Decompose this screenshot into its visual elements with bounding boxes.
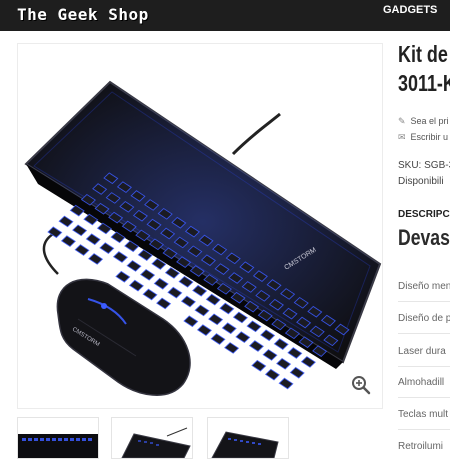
keyboard-key (248, 340, 264, 352)
keyboard-key (210, 333, 226, 345)
first-review-link[interactable]: ✎ Sea el pri (398, 116, 449, 127)
description-heading: DESCRIPC (398, 209, 450, 220)
envelope-icon: ✉ (398, 132, 406, 142)
product-main-image[interactable]: CMSTORM CMSTORM (17, 43, 383, 409)
keyboard-key (262, 349, 278, 361)
feature-item: Laser dura (398, 346, 446, 357)
keyboard-key (128, 279, 144, 292)
keyboard-key (235, 331, 251, 343)
keyboard-mouse-image: CMSTORM CMSTORM (24, 80, 382, 396)
feature-item: Diseño de p (398, 313, 450, 324)
keyboard-key (126, 260, 142, 272)
keyboard-key (99, 242, 115, 254)
divider (398, 366, 450, 367)
keyboard-key (287, 347, 303, 359)
keyboard-key (194, 304, 210, 317)
keyboard-key (224, 342, 240, 354)
keyboard-key (142, 288, 158, 301)
write-review-link[interactable]: ✉ Escribir u (398, 132, 448, 143)
thumbnail-1[interactable] (17, 417, 99, 459)
divider (398, 397, 450, 398)
keyboard-key (88, 253, 104, 265)
write-review-label: Escribir u (410, 132, 449, 142)
keyboard-key (273, 338, 289, 350)
keyboard-key (156, 297, 172, 310)
keyboard-key (221, 322, 237, 335)
divider (398, 429, 450, 430)
keyboard-key (74, 244, 90, 256)
keyboard-key (278, 377, 294, 390)
product-availability: Disponibili (398, 176, 444, 187)
keyboard-key (219, 302, 235, 315)
divider (398, 301, 450, 302)
keyboard-key (72, 224, 88, 237)
thumbnail-image (121, 427, 191, 458)
keyboard-key (85, 233, 101, 246)
keyboard-key (196, 324, 212, 336)
thumbnail-image (211, 431, 279, 458)
feature-item: Almohadill (398, 377, 445, 388)
description-subtitle: Devas (398, 225, 450, 250)
first-review-label: Sea el pri (410, 116, 449, 126)
feature-item: Retroilumi (398, 441, 444, 452)
keyboard-key (205, 293, 221, 306)
nav-gadgets-link[interactable]: GADGETS (383, 4, 437, 16)
keyboard-key (289, 366, 305, 379)
keyboard-key (58, 215, 74, 228)
keyboard-key (264, 368, 280, 381)
keyboard-key (167, 286, 183, 299)
product-sku: SKU: SGB-3 (398, 160, 450, 171)
thumbnail-2[interactable] (111, 417, 193, 459)
keyboard-key (140, 268, 156, 281)
divider (398, 333, 450, 334)
keyboard-key (112, 251, 128, 263)
keyboard-key (208, 313, 224, 326)
site-logo[interactable]: The Geek Shop (17, 5, 149, 24)
keyboard-key (260, 329, 276, 342)
keyboard-key (246, 320, 262, 333)
keyboard-key (180, 295, 196, 308)
thumbnail-image (18, 434, 98, 458)
keyboard-key (183, 315, 199, 328)
product-title: Kit de 3011-K (398, 40, 450, 98)
zoom-in-icon[interactable] (350, 374, 372, 396)
product-title-line-1: Kit de (398, 41, 448, 67)
mouse: CMSTORM (56, 278, 191, 396)
top-navigation-bar: The Geek Shop GADGETS (0, 0, 450, 31)
pencil-icon: ✎ (398, 116, 406, 126)
keyboard-key (115, 270, 131, 283)
product-title-line-2: 3011-K (398, 70, 450, 96)
thumbnail-3[interactable] (207, 417, 289, 459)
keyboard-key (232, 311, 248, 324)
keyboard-key (153, 277, 169, 290)
keyboard-key (60, 235, 76, 247)
keyboard-key (300, 356, 316, 368)
feature-item: Teclas mult (398, 409, 449, 420)
keyboard-key (276, 357, 292, 370)
keyboard-key (251, 359, 267, 372)
feature-item: Diseño men (398, 281, 450, 292)
